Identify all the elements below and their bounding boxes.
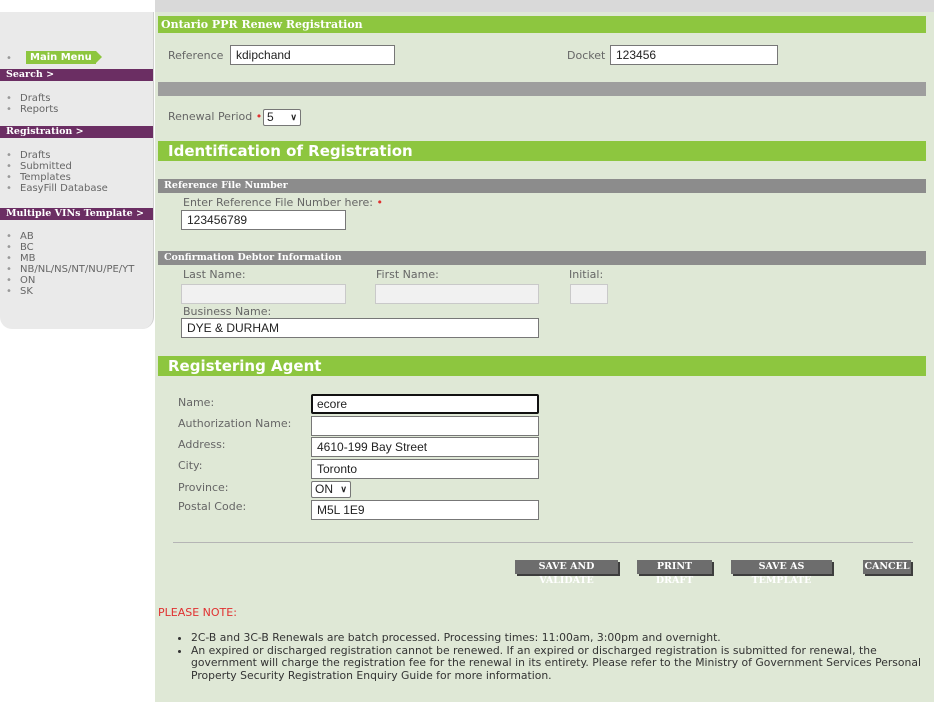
sidebar-item-label: SK (20, 286, 33, 297)
sidebar-vins-list: • AB • BC • MB • NB/NL/NS/NT/NU/PE/YT • ON • S… (6, 231, 153, 297)
sidebar-item-label: EasyFill Database (20, 183, 108, 194)
renewal-period-text: Renewal Period (168, 110, 253, 123)
authorization-name-input[interactable] (311, 416, 539, 436)
bullet-icon: • (6, 253, 12, 264)
docket-input[interactable]: 123456 (610, 45, 778, 65)
sidebar-item-search-drafts[interactable]: • Drafts (6, 93, 153, 104)
required-marker: • (255, 110, 263, 123)
sidebar-item-label: ON (20, 275, 36, 286)
address-input[interactable]: 4610-199 Bay Street (311, 437, 539, 457)
last-name-input (181, 284, 346, 304)
debtor-info-header: Confirmation Debtor Information (158, 251, 926, 265)
registering-agent-heading: Registering Agent (158, 356, 926, 376)
bullet-icon: • (6, 231, 12, 242)
sidebar-header-vins[interactable]: Multiple VINs Template > (0, 208, 153, 220)
bullet-icon: • (6, 242, 12, 253)
sidebar-item-submitted[interactable]: • Submitted (6, 161, 153, 172)
sidebar-item-registration-drafts[interactable]: • Drafts (6, 150, 153, 161)
bullet-icon: • (6, 286, 12, 297)
reference-label: Reference (168, 49, 224, 62)
sidebar-item-label: Submitted (20, 161, 72, 172)
sidebar-item-atlantic[interactable]: • NB/NL/NS/NT/NU/PE/YT (6, 264, 153, 275)
reference-file-input[interactable]: 123456789 (181, 210, 346, 230)
required-marker: • (376, 196, 384, 209)
bullet-icon: • (6, 161, 12, 172)
bullet-icon: • (6, 104, 12, 115)
bullet-icon: • (6, 150, 12, 161)
sidebar-item-label: NB/NL/NS/NT/NU/PE/YT (20, 264, 135, 275)
first-name-input (375, 284, 539, 304)
divider-band (158, 82, 926, 96)
sidebar-item-bc[interactable]: • BC (6, 242, 153, 253)
bullet-icon: • (6, 264, 12, 275)
form-divider (173, 542, 913, 543)
cancel-button[interactable]: CANCEL (863, 560, 911, 574)
sidebar-item-templates[interactable]: • Templates (6, 172, 153, 183)
first-name-label: First Name: (376, 268, 439, 281)
docket-label: Docket (567, 49, 606, 62)
renewal-period-value: 5 (267, 110, 274, 124)
bullet-icon: • (6, 93, 12, 104)
note-item: An expired or discharged registration ca… (191, 644, 934, 683)
chevron-down-icon: ∨ (340, 484, 347, 494)
sidebar-item-label: Templates (20, 172, 71, 183)
bullet-icon: • (6, 172, 12, 183)
print-draft-button[interactable]: PRINT DRAFT (637, 560, 712, 586)
renewal-period-label: Renewal Period • (168, 110, 262, 123)
sidebar-item-label: Drafts (20, 150, 51, 161)
sidebar-header-registration[interactable]: Registration > (0, 126, 153, 138)
reference-file-header: Reference File Number (158, 179, 926, 193)
sidebar-item-sk[interactable]: • SK (6, 286, 153, 297)
chevron-down-icon: ∨ (290, 112, 297, 122)
last-name-label: Last Name: (183, 268, 246, 281)
reference-input[interactable]: kdipchand (230, 45, 395, 65)
sidebar: • Main Menu Search > • Drafts • Reports Re… (0, 12, 154, 329)
city-input[interactable]: Toronto (311, 459, 539, 479)
reference-file-label-text: Enter Reference File Number here: (183, 196, 373, 209)
province-label: Province: (178, 481, 229, 494)
sidebar-item-mb[interactable]: • MB (6, 253, 153, 264)
sidebar-search-list: • Drafts • Reports (6, 93, 153, 115)
bullet-icon: • (6, 275, 12, 286)
sidebar-registration-list: • Drafts • Submitted • Templates • EasyFill … (6, 150, 153, 194)
sidebar-item-ab[interactable]: • AB (6, 231, 153, 242)
business-name-input[interactable]: DYE & DURHAM (181, 318, 539, 338)
sidebar-main-menu[interactable]: • Main Menu (6, 51, 153, 64)
sidebar-item-label: Drafts (20, 93, 51, 104)
sidebar-item-label: Reports (20, 104, 59, 115)
province-select[interactable]: ON ∨ (311, 481, 351, 498)
sidebar-item-easyfill[interactable]: • EasyFill Database (6, 183, 153, 194)
initial-input (570, 284, 608, 304)
sidebar-item-reports[interactable]: • Reports (6, 104, 153, 115)
save-as-template-button[interactable]: SAVE AS TEMPLATE (731, 560, 832, 586)
agent-name-label: Name: (178, 396, 215, 409)
sidebar-item-label: BC (20, 242, 34, 253)
note-item: 2C-B and 3C-B Renewals are batch process… (191, 631, 934, 645)
main-menu-link[interactable]: Main Menu (26, 51, 102, 64)
identification-heading: Identification of Registration (158, 141, 926, 161)
please-note-title: PLEASE NOTE: (158, 606, 237, 619)
top-strip (155, 0, 934, 12)
renewal-period-select[interactable]: 5 ∨ (263, 109, 301, 126)
address-label: Address: (178, 438, 226, 451)
sidebar-header-search[interactable]: Search > (0, 69, 153, 81)
sidebar-item-on[interactable]: • ON (6, 275, 153, 286)
main-panel: Ontario PPR Renew Registration Reference… (155, 12, 934, 702)
postal-code-input[interactable]: M5L 1E9 (311, 500, 539, 520)
authorization-name-label: Authorization Name: (178, 417, 292, 430)
business-name-label: Business Name: (183, 305, 272, 318)
agent-name-input[interactable]: ecore (311, 394, 539, 414)
page-title: Ontario PPR Renew Registration (158, 16, 926, 33)
city-label: City: (178, 459, 203, 472)
sidebar-item-label: AB (20, 231, 34, 242)
postal-code-label: Postal Code: (178, 500, 247, 513)
province-value: ON (315, 482, 333, 496)
bullet-icon: • (6, 183, 12, 194)
sidebar-item-label: MB (20, 253, 36, 264)
bullet-icon: • (6, 53, 12, 64)
save-and-validate-button[interactable]: SAVE AND VALIDATE (515, 560, 618, 586)
initial-label: Initial: (569, 268, 604, 281)
reference-file-label: Enter Reference File Number here: • (183, 196, 383, 209)
notes-list: 2C-B and 3C-B Renewals are batch process… (169, 631, 934, 683)
